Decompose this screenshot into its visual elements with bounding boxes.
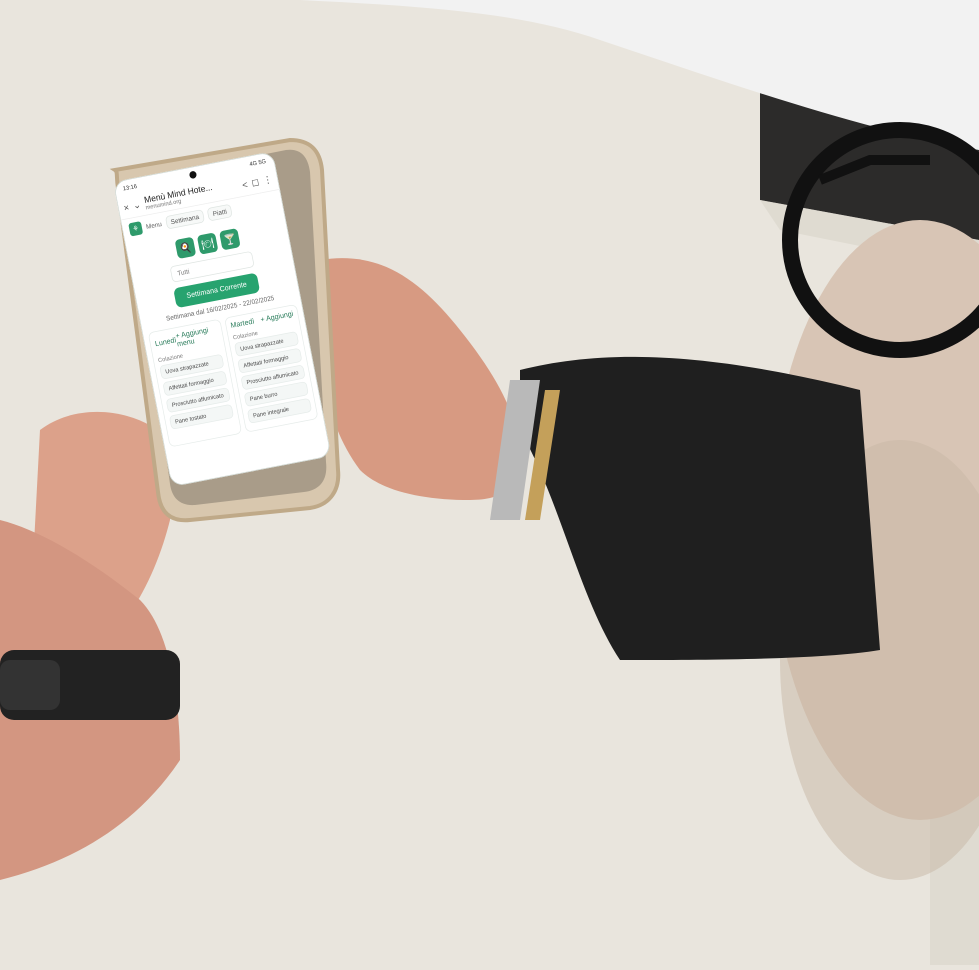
tab-piatti[interactable]: Piatti [206,203,233,222]
tabs-icon[interactable]: ◻ [250,176,260,189]
status-time: 13:16 [122,182,138,192]
share-icon[interactable]: < [241,178,248,190]
scene: 13:16 4G 5G × ⌄ Menù Mind Hote... menumi… [0,0,979,965]
quick-icon-3[interactable]: 🍸 [219,228,241,251]
add-menu-button[interactable]: + Aggiungi [260,310,294,324]
close-icon[interactable]: × [123,201,130,213]
chevron-down-icon[interactable]: ⌄ [132,199,142,212]
quick-icon-1[interactable]: 🍳 [174,236,197,260]
scene-svg [0,0,979,965]
front-camera [188,170,198,180]
watch-face [0,660,60,710]
more-icon[interactable]: ⋮ [262,173,273,186]
add-menu-button[interactable]: + Aggiungi menu [175,325,219,348]
day-label: Martedì [229,317,256,330]
quick-icon-2[interactable]: 🍽 [196,232,219,255]
status-network: 4G 5G [248,157,267,168]
day-label: Lunedì [154,336,178,349]
days-columns: Lunedì + Aggiungi menu Colazione Uova st… [142,303,324,449]
logo-icon: ⚘ [128,221,144,237]
menu-label[interactable]: Menu [145,220,162,230]
tab-settimana[interactable]: Settimana [164,209,206,230]
